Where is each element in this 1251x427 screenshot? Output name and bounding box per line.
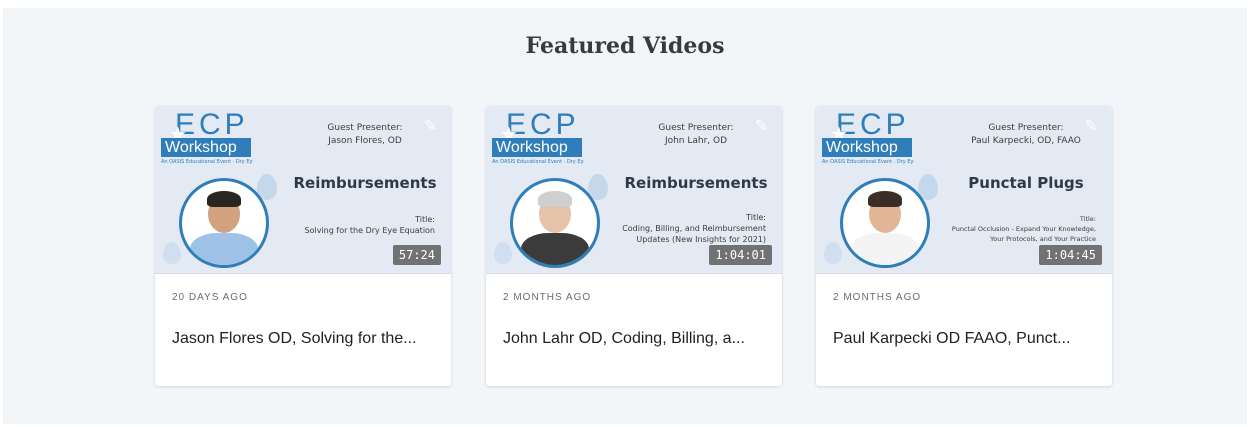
logo-subtitle: An OASIS Educational Event · Dry Eye · V… xyxy=(492,159,584,165)
thumb-presenter: Guest Presenter: Paul Karpecki, OD, FAAO xyxy=(956,122,1096,148)
logo-workshop-text: Workshop xyxy=(161,138,251,157)
video-age: 2 MONTHS AGO xyxy=(503,292,592,303)
thumb-title-label: Title: xyxy=(746,213,766,222)
droplet-icon xyxy=(824,242,842,264)
ecp-workshop-logo: ECP ★ Workshop An OASIS Educational Even… xyxy=(161,108,253,168)
video-duration: 1:04:45 xyxy=(1039,245,1102,265)
avatar-hair xyxy=(868,191,902,207)
video-title[interactable]: John Lahr OD, Coding, Billing, a... xyxy=(503,330,771,348)
thumb-presenter-name: John Lahr, OD xyxy=(664,136,728,146)
pencil-icon[interactable]: ✎ xyxy=(424,116,437,135)
thumb-presenter-label: Guest Presenter: xyxy=(327,123,403,133)
thumb-title-label: Title: xyxy=(415,215,435,224)
thumb-topic: Reimbursements xyxy=(293,174,437,192)
video-duration: 1:04:01 xyxy=(709,245,772,265)
avatar-body xyxy=(521,233,589,265)
avatar-hair xyxy=(538,191,572,207)
thumb-topic: Punctal Plugs xyxy=(968,174,1084,192)
thumb-title: Title: Solving for the Dry Eye Equation xyxy=(285,214,435,236)
video-card[interactable]: ECP ★ Workshop An OASIS Educational Even… xyxy=(155,106,451,386)
video-card[interactable]: ECP ★ Workshop An OASIS Educational Even… xyxy=(486,106,782,386)
droplet-icon xyxy=(494,242,512,264)
thumb-presenter-name: Paul Karpecki, OD, FAAO xyxy=(971,136,1081,146)
thumb-presenter-label: Guest Presenter: xyxy=(658,123,734,133)
thumb-presenter-label: Guest Presenter: xyxy=(988,123,1064,133)
video-title[interactable]: Paul Karpecki OD FAAO, Punct... xyxy=(833,330,1101,348)
avatar-body xyxy=(190,233,258,265)
pencil-icon[interactable]: ✎ xyxy=(755,116,768,135)
thumb-title: Title: Coding, Billing, and Reimbursemen… xyxy=(616,212,766,245)
featured-videos-section: Featured Videos ECP ★ Workshop An OASIS … xyxy=(3,8,1247,424)
logo-workshop-text: Workshop xyxy=(492,138,582,157)
thumb-title: Title: Punctal Occlusion - Expand Your K… xyxy=(946,214,1096,244)
video-duration: 57:24 xyxy=(392,245,441,265)
droplet-icon xyxy=(163,242,181,264)
thumb-presenter: Guest Presenter: John Lahr, OD xyxy=(626,122,766,148)
thumb-presenter-name: Jason Flores, OD xyxy=(328,136,402,146)
video-age: 2 MONTHS AGO xyxy=(833,292,922,303)
logo-workshop-text: Workshop xyxy=(822,138,912,157)
pencil-icon[interactable]: ✎ xyxy=(1085,116,1098,135)
video-title[interactable]: Jason Flores OD, Solving for the... xyxy=(172,330,440,348)
thumb-topic: Reimbursements xyxy=(624,174,768,192)
avatar-body xyxy=(851,233,919,265)
thumb-title-text: Solving for the Dry Eye Equation xyxy=(304,226,435,235)
logo-subtitle: An OASIS Educational Event · Dry Eye · V… xyxy=(161,159,253,165)
ecp-workshop-logo: ECP ★ Workshop An OASIS Educational Even… xyxy=(492,108,584,168)
thumb-title-text: Coding, Billing, and Reimbursement Updat… xyxy=(622,224,766,244)
logo-subtitle: An OASIS Educational Event · Dry Eye · V… xyxy=(822,159,914,165)
presenter-avatar xyxy=(510,178,600,268)
video-thumbnail[interactable]: ECP ★ Workshop An OASIS Educational Even… xyxy=(816,106,1112,274)
thumb-title-label: Title: xyxy=(1079,215,1096,223)
thumb-presenter: Guest Presenter: Jason Flores, OD xyxy=(295,122,435,148)
video-age: 20 DAYS AGO xyxy=(172,292,248,303)
thumb-title-text: Punctal Occlusion - Expand Your Knowledg… xyxy=(951,225,1096,243)
ecp-workshop-logo: ECP ★ Workshop An OASIS Educational Even… xyxy=(822,108,914,168)
avatar-hair xyxy=(207,191,241,207)
video-thumbnail[interactable]: ECP ★ Workshop An OASIS Educational Even… xyxy=(155,106,451,274)
presenter-avatar xyxy=(840,178,930,268)
video-card[interactable]: ECP ★ Workshop An OASIS Educational Even… xyxy=(816,106,1112,386)
presenter-avatar xyxy=(179,178,269,268)
video-thumbnail[interactable]: ECP ★ Workshop An OASIS Educational Even… xyxy=(486,106,782,274)
section-title: Featured Videos xyxy=(525,33,725,59)
